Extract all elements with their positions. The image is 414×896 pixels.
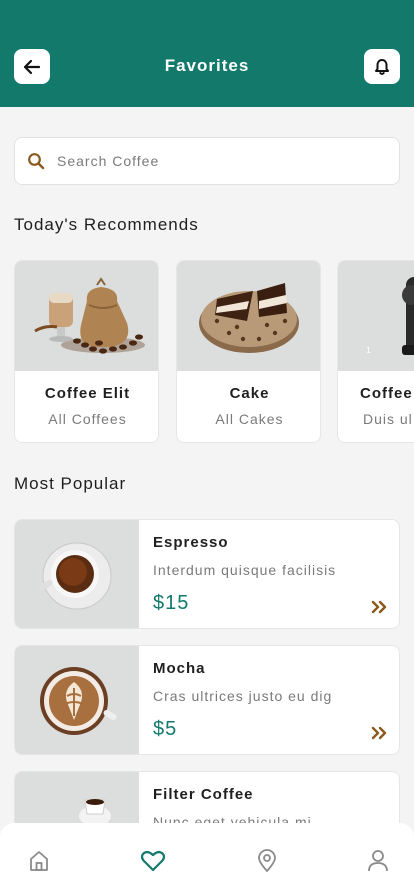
profile-icon [368, 850, 388, 872]
rec-subtitle: All Cakes [215, 411, 284, 427]
search-bar[interactable] [14, 137, 400, 185]
recommends-list[interactable]: Coffee Elit All Coffees Cake All Cakes 1… [14, 260, 414, 444]
bell-icon [375, 58, 389, 75]
recommends-title: Today's Recommends [14, 215, 199, 234]
popular-item-mocha[interactable]: Mocha Cras ultrices justo eu dig $5 [14, 645, 400, 755]
mocha-image [15, 646, 139, 754]
rec-card-cake[interactable]: Cake All Cakes [176, 260, 321, 443]
rec-name: Coffee [360, 385, 413, 402]
svg-text:1: 1 [366, 346, 371, 355]
tab-profile[interactable] [365, 848, 391, 874]
rec-subtitle: Duis ul [363, 411, 413, 427]
tab-location[interactable] [254, 848, 280, 874]
chevrons-right-icon[interactable] [371, 726, 389, 740]
rec-name: Cake [229, 385, 270, 402]
rec-card-coffee-elit[interactable]: Coffee Elit All Coffees [14, 260, 159, 443]
rec-subtitle: All Coffees [48, 411, 127, 427]
popular-item-name: Filter Coffee [153, 786, 254, 803]
popular-item-desc: Interdum quisque facilisis [153, 562, 337, 578]
page-title: Favorites [164, 56, 250, 75]
espresso-image [15, 520, 139, 628]
bottom-tab-bar [0, 823, 414, 896]
chevrons-right-icon[interactable] [371, 600, 389, 614]
rec-card-coffee[interactable]: 1 Coffee Duis ul [337, 260, 414, 443]
heart-icon [140, 850, 166, 872]
popular-item-name: Espresso [153, 534, 229, 551]
popular-item-name: Mocha [153, 660, 206, 677]
popular-item-price: $15 [153, 592, 190, 614]
search-input[interactable] [57, 153, 377, 169]
popular-item-espresso[interactable]: Espresso Interdum quisque facilisis $15 [14, 519, 400, 629]
app-header: Favorites [0, 0, 414, 107]
cake-image [177, 261, 320, 371]
coffee-elit-image [15, 261, 158, 371]
popular-item-desc: Cras ultrices justo eu dig [153, 688, 333, 704]
notifications-button[interactable] [364, 49, 400, 84]
home-icon [30, 851, 48, 871]
search-icon [27, 152, 45, 170]
popular-title: Most Popular [14, 474, 127, 493]
tab-favorites[interactable] [140, 848, 166, 874]
tab-home[interactable] [26, 848, 52, 874]
location-pin-icon [258, 849, 276, 872]
popular-item-price: $5 [153, 718, 178, 740]
coffee-machine-image: 1 [338, 261, 414, 371]
rec-name: Coffee Elit [44, 385, 131, 402]
